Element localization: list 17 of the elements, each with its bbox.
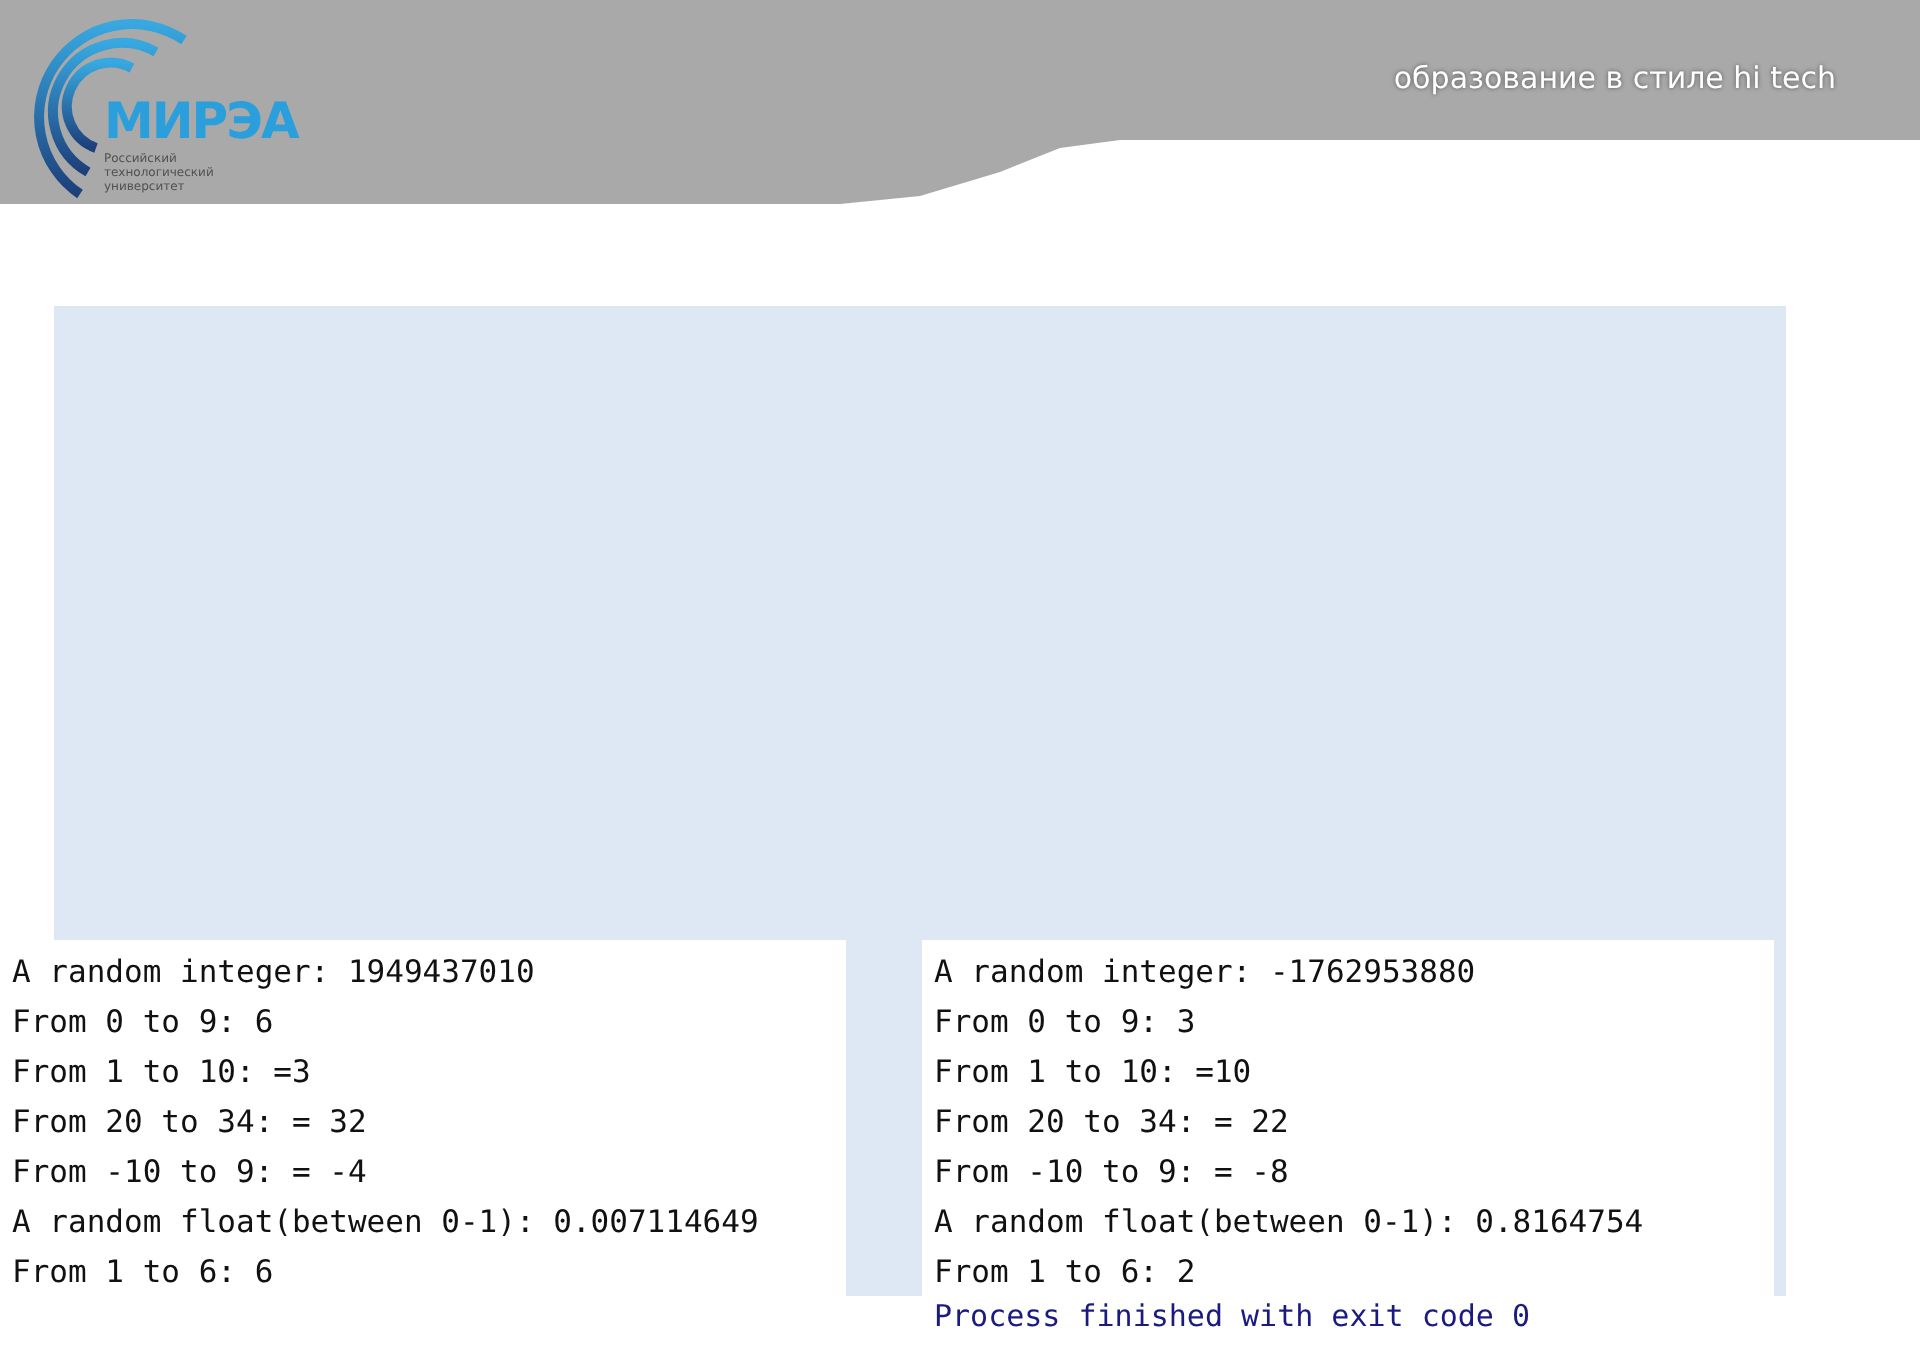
console-line: From 20 to 34: = 32 bbox=[12, 1102, 369, 1144]
console-line: From 0 to 9: 3 bbox=[934, 1002, 1198, 1044]
console-line: From 1 to 6: 6 bbox=[12, 1252, 276, 1294]
console-line: From 0 to 9: 6 bbox=[12, 1002, 276, 1044]
console-line: A random float(between 0-1): 0.8164754 bbox=[934, 1202, 1646, 1244]
process-status-text: Process finished with exit code 0 bbox=[932, 1298, 1531, 1334]
console-line: A random float(between 0-1): 0.007114649 bbox=[12, 1202, 761, 1244]
slogan-text: образование в стиле hi tech bbox=[1393, 60, 1836, 100]
console-line: From -10 to 9: = -4 bbox=[12, 1152, 369, 1194]
logo-wordmark: МИРЭА bbox=[104, 92, 298, 152]
console-line: From 1 to 10: =3 bbox=[12, 1052, 313, 1094]
console-line: A random integer: 1949437010 bbox=[12, 952, 537, 994]
console-line: From 1 to 10: =10 bbox=[934, 1052, 1254, 1094]
console-line: From -10 to 9: = -8 bbox=[934, 1152, 1291, 1194]
console-line: A random integer: -1762953880 bbox=[934, 952, 1478, 994]
console-line: From 1 to 6: 2 bbox=[934, 1252, 1198, 1294]
console-line: From 20 to 34: = 22 bbox=[934, 1102, 1291, 1144]
